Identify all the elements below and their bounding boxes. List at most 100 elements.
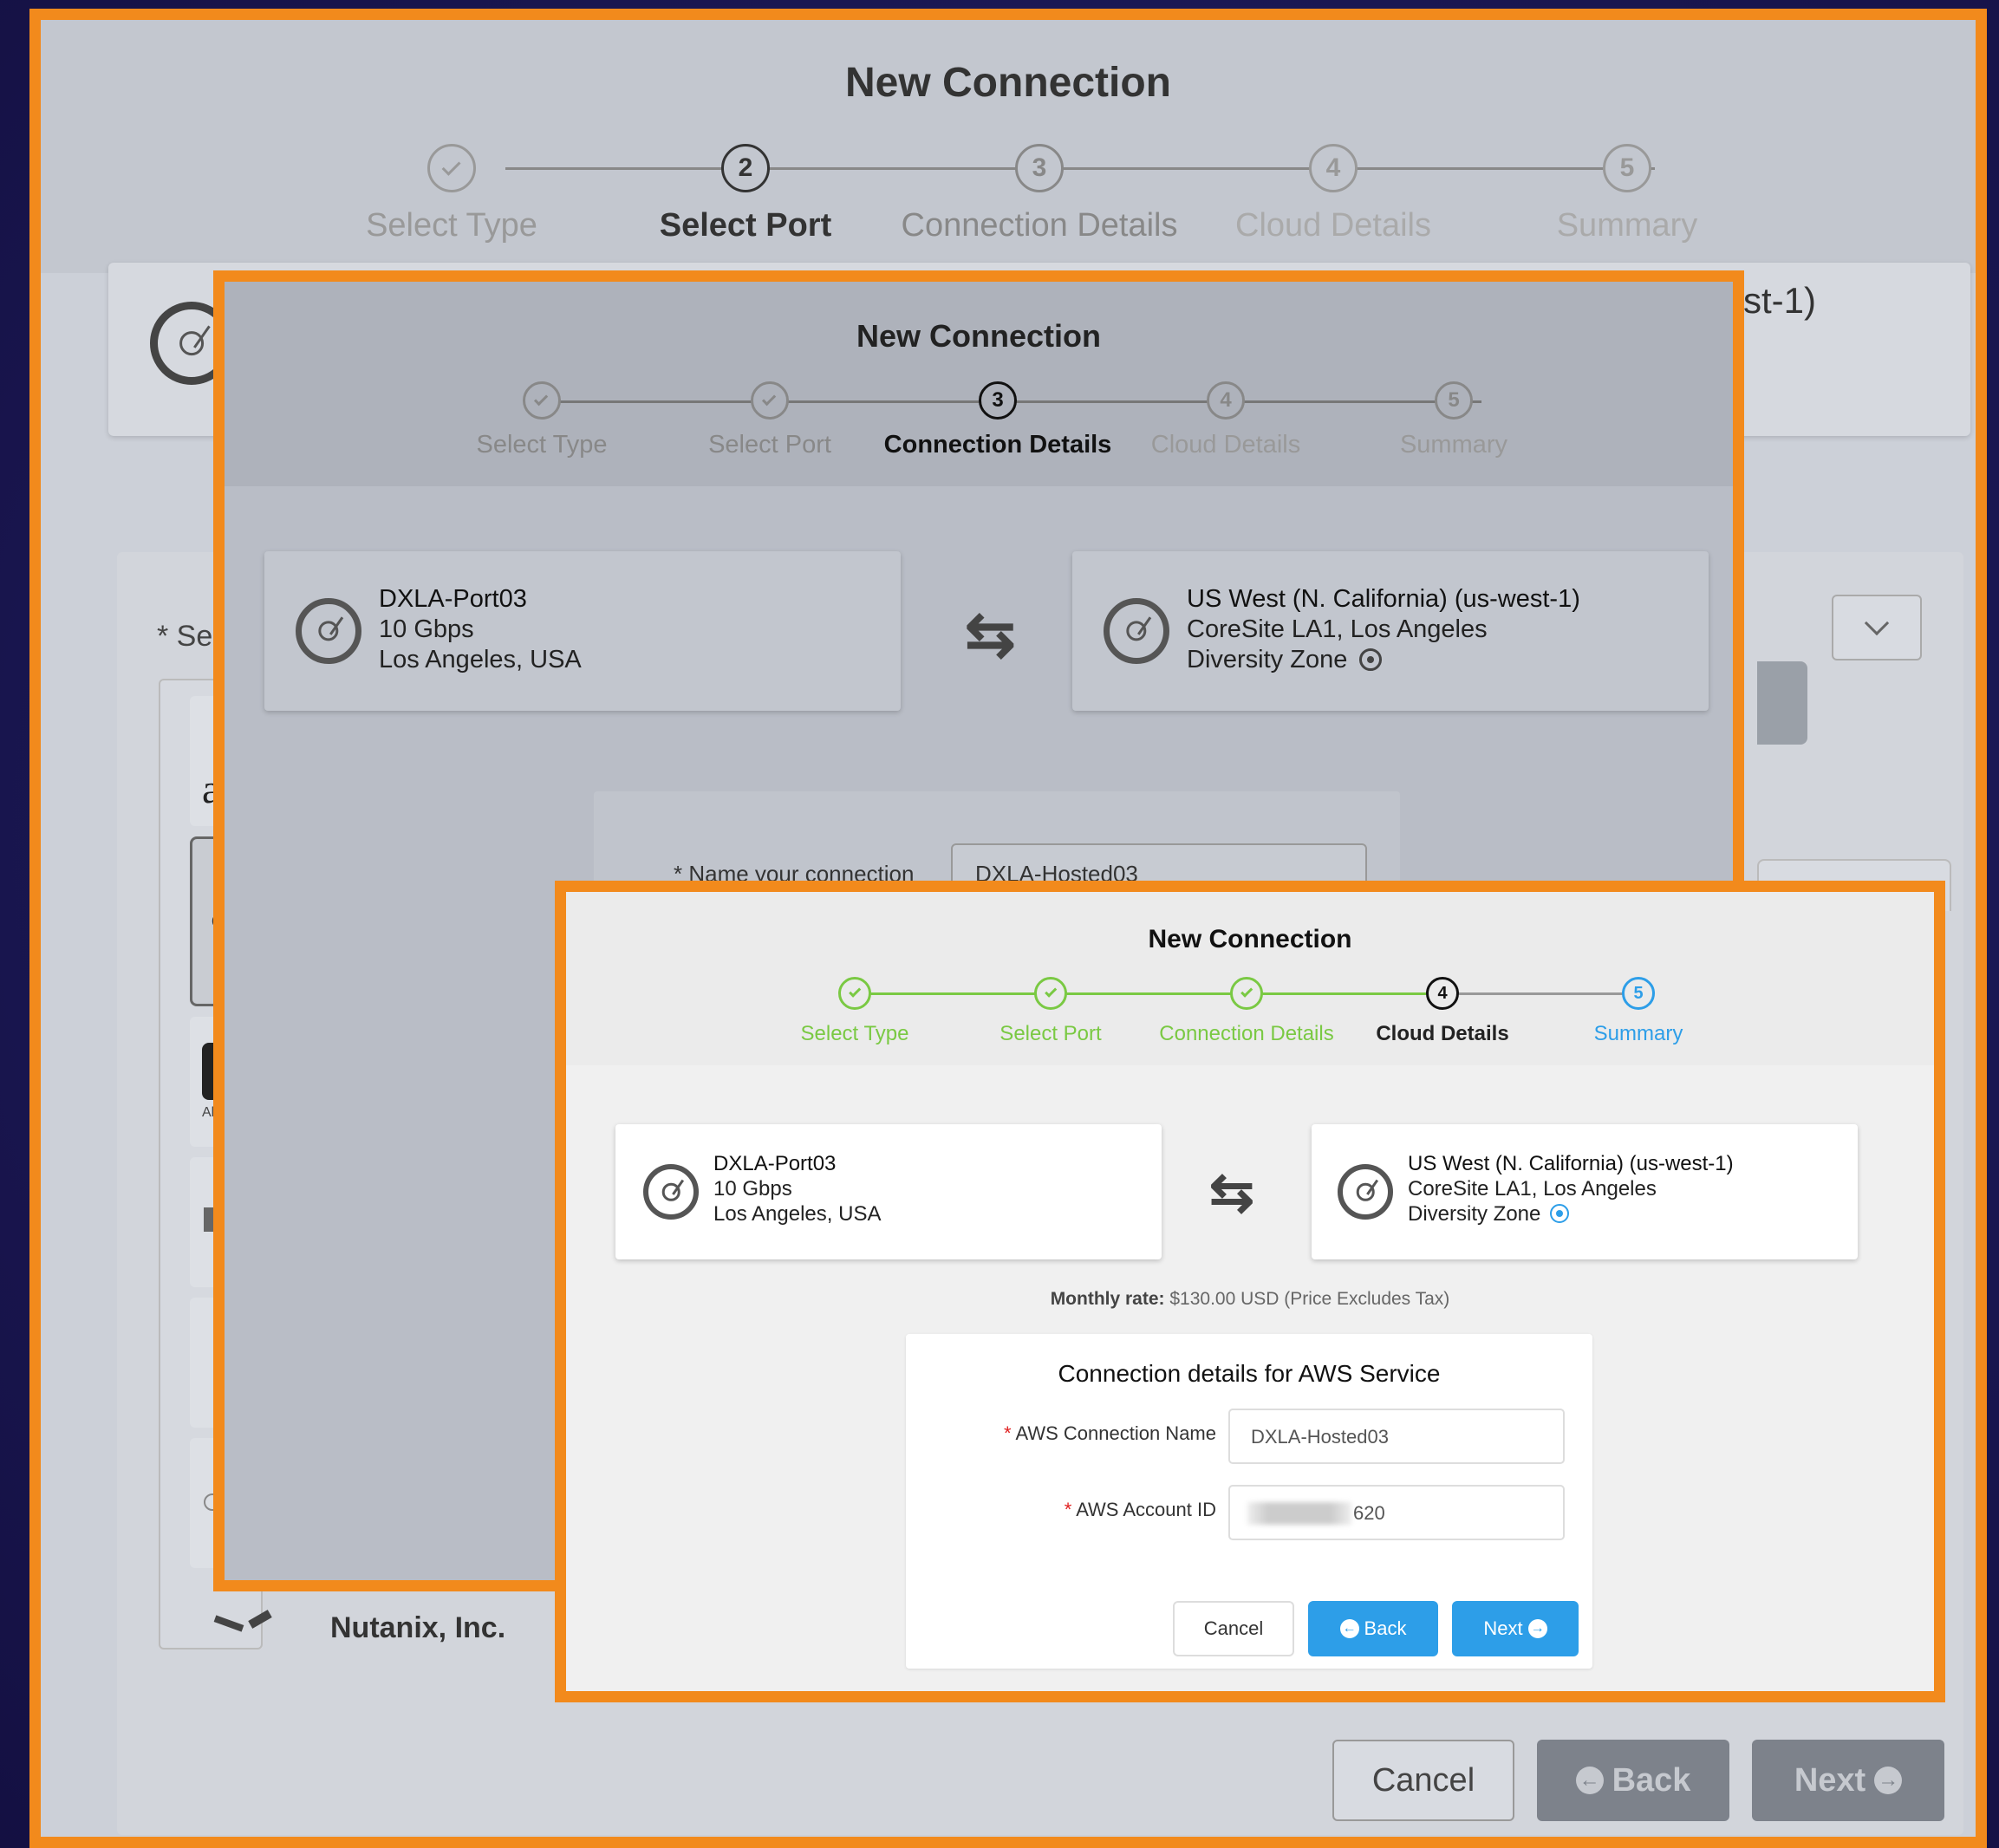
back-gray-button-partial[interactable] (1757, 661, 1807, 745)
front-step-4-circle[interactable]: 4 (1426, 977, 1459, 1010)
front-region-card: US West (N. California) (us-west-1) Core… (1312, 1124, 1858, 1259)
front-region-site: CoreSite LA1, Los Angeles (1408, 1176, 1657, 1201)
front-next-label: Next (1483, 1617, 1523, 1639)
back-nutanix-label[interactable]: Nutanix, Inc. (330, 1611, 505, 1645)
back-select-label: * Sel (157, 620, 219, 653)
required-asterisk: * (1064, 1499, 1072, 1520)
chevron-down-icon (1864, 610, 1890, 636)
front-step-label-select-port[interactable]: Select Port (1000, 1022, 1101, 1046)
front-monthly-rate-value: $130.00 USD (Price Excludes Tax) (1169, 1289, 1450, 1309)
mid-step-5-circle[interactable]: 5 (1435, 381, 1473, 420)
front-header: New Connection 4 5 Select Type Select Po… (566, 892, 1934, 1065)
arrow-right-circle-icon: → (1527, 1619, 1547, 1638)
arrow-right-circle-icon: → (1874, 1767, 1903, 1794)
front-aws-account-value: 620 (1353, 1502, 1385, 1524)
front-form-title: Connection details for AWS Service (1058, 1360, 1441, 1387)
back-step-label-cloud-details[interactable]: Cloud Details (1235, 207, 1431, 244)
back-step-4-circle[interactable]: 4 (1309, 144, 1358, 192)
front-port-card: DXLA-Port03 10 Gbps Los Angeles, USA (615, 1124, 1162, 1259)
front-port-speed: 10 Gbps (713, 1176, 792, 1201)
front-next-button[interactable]: Next → (1452, 1601, 1579, 1656)
back-back-label: Back (1612, 1761, 1691, 1799)
mid-step-label-summary[interactable]: Summary (1400, 431, 1507, 459)
front-step-1-check-icon[interactable] (838, 977, 871, 1010)
front-speed-gauge-icon (643, 1164, 699, 1220)
mid-header: New Connection 3 4 5 Select Type Select … (225, 282, 1733, 486)
back-step-1-check-icon[interactable] (427, 144, 476, 192)
back-step-label-summary[interactable]: Summary (1557, 207, 1698, 244)
front-panel: New Connection 4 5 Select Type Select Po… (555, 881, 1945, 1702)
front-step-label-select-type[interactable]: Select Type (801, 1022, 909, 1046)
back-step-5-circle[interactable]: 5 (1603, 144, 1651, 192)
mid-step-label-select-type[interactable]: Select Type (476, 431, 607, 459)
front-region-name: US West (N. California) (us-west-1) (1408, 1152, 1734, 1175)
back-header: New Connection 2 3 4 5 Select Type Selec… (41, 20, 1976, 273)
front-step-label-summary[interactable]: Summary (1594, 1022, 1683, 1046)
mid-region-text: US West (N. California) (us-west-1) Core… (1187, 584, 1580, 674)
front-aws-name-row: * AWS Connection Name (956, 1422, 1216, 1445)
back-back-button[interactable]: ← Back (1537, 1740, 1729, 1821)
back-step-label-select-port[interactable]: Select Port (660, 207, 832, 244)
back-cancel-button[interactable]: Cancel (1332, 1740, 1514, 1821)
arrow-left-circle-icon: ← (1339, 1619, 1359, 1638)
mid-region-name: US West (N. California) (us-west-1) (1187, 585, 1580, 613)
front-aws-account-label: AWS Account ID (1076, 1499, 1216, 1520)
mid-swap-arrows-icon: ⇆ (965, 601, 1016, 668)
mid-region-site: CoreSite LA1, Los Angeles (1187, 615, 1488, 643)
required-asterisk: * (1004, 1422, 1012, 1444)
mid-port-card: DXLA-Port03 10 Gbps Los Angeles, USA (264, 551, 901, 711)
mid-speed-gauge-icon (296, 598, 361, 664)
mid-region-zone-label: Diversity Zone (1187, 645, 1348, 673)
front-region-zone-label: Diversity Zone (1408, 1201, 1541, 1226)
front-step-3-check-icon[interactable] (1230, 977, 1263, 1010)
mid-region-zone: Diversity Zone (1187, 645, 1580, 675)
mid-port-speed: 10 Gbps (379, 615, 474, 643)
front-aws-name-input[interactable]: DXLA-Hosted03 (1228, 1409, 1565, 1464)
front-region-zone: Diversity Zone (1408, 1202, 1734, 1227)
mid-step-label-cloud-details[interactable]: Cloud Details (1151, 431, 1300, 459)
mid-step-3-circle[interactable]: 3 (979, 381, 1017, 420)
front-back-button[interactable]: ← Back (1308, 1601, 1438, 1656)
front-step-label-connection-details[interactable]: Connection Details (1159, 1022, 1333, 1046)
back-step-3-circle[interactable]: 3 (1015, 144, 1064, 192)
front-target-icon[interactable] (1550, 1203, 1570, 1223)
front-swap-arrows-icon: ⇆ (1209, 1163, 1254, 1223)
front-step-5-circle[interactable]: 5 (1622, 977, 1655, 1010)
mid-target-icon[interactable] (1359, 647, 1383, 671)
back-dropdown[interactable] (1832, 595, 1922, 660)
back-step-label-select-type[interactable]: Select Type (366, 207, 537, 244)
front-step-2-check-icon[interactable] (1034, 977, 1067, 1010)
front-aws-account-input[interactable]: 620 (1228, 1485, 1565, 1540)
front-monthly-rate-label: Monthly rate: (1050, 1289, 1165, 1309)
mid-step-label-connection-details[interactable]: Connection Details (884, 431, 1112, 459)
front-monthly-rate: Monthly rate: $130.00 USD (Price Exclude… (566, 1289, 1934, 1310)
front-port-location: Los Angeles, USA (713, 1201, 882, 1226)
back-next-button[interactable]: Next → (1752, 1740, 1944, 1821)
back-step-label-connection-details[interactable]: Connection Details (902, 207, 1178, 244)
mid-step-label-select-port[interactable]: Select Port (708, 431, 831, 459)
redacted-blur (1247, 1502, 1351, 1525)
front-step-line-todo (1443, 992, 1639, 995)
front-region-gauge-icon (1338, 1164, 1393, 1220)
mid-region-gauge-icon (1104, 598, 1169, 664)
front-form-card: Connection details for AWS Service * AWS… (906, 1334, 1592, 1669)
front-port-name: DXLA-Port03 (713, 1152, 837, 1175)
front-aws-name-label: AWS Connection Name (1015, 1422, 1216, 1444)
mid-step-2-check-icon[interactable] (751, 381, 789, 420)
arrow-left-circle-icon: ← (1575, 1767, 1604, 1794)
back-step-2-circle[interactable]: 2 (721, 144, 770, 192)
mid-port-name: DXLA-Port03 (379, 585, 527, 613)
front-aws-account-row: * AWS Account ID (956, 1499, 1216, 1521)
front-step-label-cloud-details[interactable]: Cloud Details (1376, 1022, 1508, 1046)
mid-port-location: Los Angeles, USA (379, 645, 582, 673)
nutanix-logo-icon (213, 1610, 292, 1636)
front-region-text: US West (N. California) (us-west-1) Core… (1408, 1152, 1734, 1227)
mid-step-1-check-icon[interactable] (523, 381, 561, 420)
front-step-line-done (856, 992, 1443, 995)
back-region-partial: st-1) (1743, 280, 1816, 321)
back-step-line (505, 167, 1655, 170)
front-cancel-button[interactable]: Cancel (1173, 1601, 1294, 1656)
mid-port-text: DXLA-Port03 10 Gbps Los Angeles, USA (379, 584, 582, 674)
mid-step-4-circle[interactable]: 4 (1207, 381, 1245, 420)
mid-region-card: US West (N. California) (us-west-1) Core… (1072, 551, 1709, 711)
